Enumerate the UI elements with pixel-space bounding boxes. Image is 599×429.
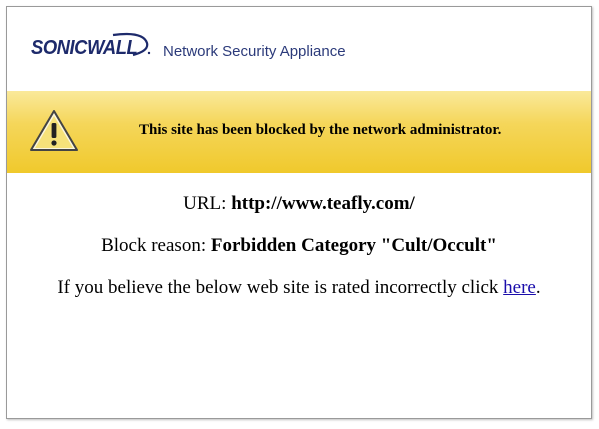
warning-triangle-icon (30, 110, 78, 151)
url-label: URL: (183, 193, 227, 214)
product-name: Network Security Appliance (163, 43, 346, 60)
page-header: SONICWALL Network Security Appliance (7, 7, 591, 91)
rating-here-link[interactable]: here (503, 277, 536, 298)
warning-banner: This site has been blocked by the networ… (7, 91, 591, 173)
block-reason-value: Forbidden Category "Cult/Occult" (210, 235, 497, 256)
url-line: URL: http://www.teafly.com/ (7, 193, 591, 215)
blocked-message: This site has been blocked by the networ… (139, 122, 502, 138)
blocked-url: http://www.teafly.com/ (231, 193, 415, 214)
rating-period: . (535, 277, 541, 298)
block-page-frame: SONICWALL Network Security Appliance Thi… (6, 6, 592, 419)
block-reason-label: Block reason: (101, 235, 207, 256)
rating-text: If you believe the below web site is rat… (57, 277, 499, 298)
logo-swoosh-icon (112, 32, 151, 57)
rating-line: If you believe the below web site is rat… (7, 277, 591, 299)
block-reason-line: Block reason: Forbidden Category "Cult/O… (7, 235, 591, 257)
